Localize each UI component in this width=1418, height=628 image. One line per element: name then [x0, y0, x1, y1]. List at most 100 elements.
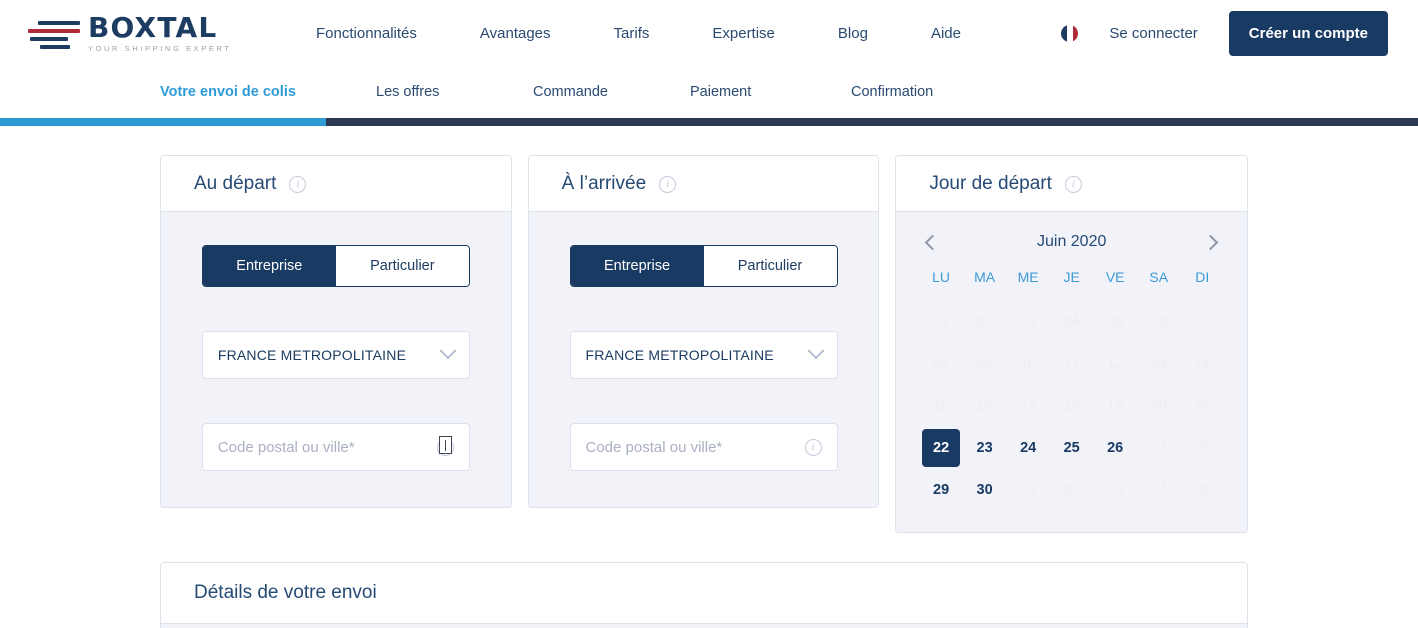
logo-tagline: YOUR SHIPPING EXPERT: [88, 43, 232, 53]
nav-item-expertise[interactable]: Expertise: [712, 17, 775, 50]
chevron-left-icon[interactable]: [925, 234, 941, 250]
calendar-navigation: Juin 2020: [919, 233, 1224, 251]
calendar-weekday-me: ME: [1017, 269, 1039, 285]
boxtal-bars-logo-icon: [28, 16, 80, 50]
calendar-day[interactable]: 30: [966, 471, 1004, 509]
arrival-card-body: Entreprise Particulier FRANCE METROPOLIT…: [528, 212, 879, 507]
calendar-day: 06: [1150, 314, 1167, 330]
info-icon[interactable]: i: [659, 175, 677, 193]
nav-item-fonctionnalites[interactable]: Fonctionnalités: [316, 17, 417, 50]
text-cursor-pointer: [438, 436, 452, 454]
info-icon[interactable]: i: [804, 438, 822, 456]
arrival-toggle-entreprise[interactable]: Entreprise: [570, 246, 704, 286]
departure-card-header: Au départ i: [161, 156, 511, 212]
calendar-day: 03: [1107, 482, 1124, 498]
calendar-weekday-lu: LU: [932, 269, 951, 285]
calendar-day[interactable]: 26: [1096, 429, 1134, 467]
calendar-weekday-di: DI: [1195, 269, 1210, 285]
calendar-day: 04: [1150, 482, 1167, 498]
calendar-day: 13: [1150, 356, 1167, 372]
calendar-day: 01: [1020, 482, 1037, 498]
arrival-country-select[interactable]: FRANCE METROPOLITAINE: [569, 331, 838, 379]
calendar-day: 17: [1020, 398, 1037, 414]
departure-postal-placeholder: Code postal ou ville*: [217, 438, 355, 456]
nav-item-tarifs[interactable]: Tarifs: [614, 17, 650, 50]
calendar-weekday-ma: MA: [974, 269, 996, 285]
arrival-postal-placeholder: Code postal ou ville*: [585, 438, 723, 456]
calendar-day[interactable]: 23: [966, 429, 1004, 467]
departure-customer-type-toggle: Entreprise Particulier: [201, 245, 470, 287]
step-les-offres[interactable]: Les offres: [376, 84, 533, 100]
departure-card-body: Entreprise Particulier FRANCE METROPOLIT…: [161, 212, 511, 507]
calendar-body: Juin 2020 LU MA ME JE VE SA DI 01 02 03 04 05 06 07 08…: [896, 212, 1248, 532]
details-card-header: Détails de votre envoi: [161, 563, 1247, 624]
details-card: Détails de votre envoi: [160, 562, 1248, 628]
arrival-card: À l’arrivée i Entreprise Particulier FRA…: [527, 155, 880, 508]
calendar-day: 07: [1194, 314, 1211, 330]
calendar-weekday-ve: VE: [1105, 269, 1125, 285]
calendar-day: 28: [1194, 440, 1211, 456]
stepper-progress-bar: [0, 118, 1418, 126]
shipment-cards-row: Au départ i Entreprise Particulier FRANC…: [0, 155, 1418, 533]
info-icon[interactable]: i: [1064, 175, 1082, 193]
site-header: BOXTAL YOUR SHIPPING EXPERT Fonctionnali…: [0, 0, 1418, 66]
progress-remaining: [326, 118, 1418, 126]
arrival-toggle-particulier[interactable]: Particulier: [703, 246, 837, 286]
step-votre-envoi-de-colis[interactable]: Votre envoi de colis: [160, 84, 376, 100]
calendar-day: 15: [933, 398, 950, 414]
calendar-weekday-sa: SA: [1149, 269, 1169, 285]
calendar-day[interactable]: 25: [1053, 429, 1091, 467]
arrival-card-title: À l’arrivée: [561, 173, 647, 194]
checkout-stepper: Votre envoi de colis Les offres Commande…: [0, 66, 1418, 126]
arrival-postal-input[interactable]: Code postal ou ville* i: [569, 423, 838, 471]
step-confirmation[interactable]: Confirmation: [851, 84, 933, 100]
departure-toggle-particulier[interactable]: Particulier: [335, 246, 469, 286]
calendar-day[interactable]: 24: [1009, 429, 1047, 467]
logo-wordmark: BOXTAL: [88, 10, 218, 44]
create-account-button[interactable]: Créer un compte: [1228, 10, 1388, 56]
calendar-day: 12: [1107, 356, 1124, 372]
info-icon[interactable]: i: [289, 175, 307, 193]
calendar-grid: LU MA ME JE VE SA DI 01 02 03 04 05 06 07 08 09 10 11 12 13…: [919, 269, 1224, 509]
calendar-day: 11: [1064, 356, 1080, 372]
fr-flag-icon[interactable]: [1061, 24, 1079, 42]
calendar-day: 03: [1020, 314, 1037, 330]
chevron-down-icon[interactable]: [439, 342, 457, 360]
boxtal-logo[interactable]: BOXTAL YOUR SHIPPING EXPERT: [28, 10, 258, 53]
departure-toggle-entreprise[interactable]: Entreprise: [202, 246, 336, 286]
calendar-card-header: Jour de départ i: [896, 156, 1248, 212]
arrival-country-value: FRANCE METROPOLITAINE: [585, 347, 774, 363]
details-section: Détails de votre envoi: [0, 533, 1418, 628]
calendar-day: 14: [1194, 356, 1211, 372]
calendar-day: 19: [1107, 398, 1124, 414]
calendar-day: 16: [976, 398, 993, 414]
calendar-day: 09: [976, 356, 993, 372]
chevron-right-icon[interactable]: [1202, 234, 1219, 250]
step-paiement[interactable]: Paiement: [690, 84, 851, 100]
calendar-card-title: Jour de départ: [929, 173, 1052, 194]
nav-item-avantages[interactable]: Avantages: [480, 17, 551, 50]
calendar-day: 20: [1150, 398, 1167, 414]
calendar-day: 05: [1194, 482, 1211, 498]
calendar-day: 02: [976, 314, 993, 330]
departure-postal-input[interactable]: Code postal ou ville* i: [201, 423, 470, 471]
calendar-day: 18: [1063, 398, 1080, 414]
details-card-title: Détails de votre envoi: [194, 582, 377, 603]
main-navigation: Fonctionnalités Avantages Tarifs Experti…: [316, 17, 961, 50]
calendar-day: 10: [1020, 356, 1037, 372]
chevron-down-icon[interactable]: [807, 342, 824, 360]
step-commande[interactable]: Commande: [533, 84, 690, 100]
arrival-customer-type-toggle: Entreprise Particulier: [569, 245, 838, 287]
details-card-body: [161, 624, 1247, 628]
calendar-day-selected[interactable]: 22: [922, 429, 961, 467]
calendar-day: 08: [933, 356, 950, 372]
signin-link[interactable]: Se connecter: [1109, 25, 1197, 42]
nav-item-aide[interactable]: Aide: [931, 17, 961, 50]
calendar-day: 04: [1063, 314, 1080, 330]
calendar-day: 05: [1107, 314, 1124, 330]
calendar-day: 21: [1194, 398, 1211, 414]
departure-country-select[interactable]: FRANCE METROPOLITAINE: [201, 331, 470, 379]
calendar-day[interactable]: 29: [922, 471, 960, 509]
calendar-day: 02: [1063, 482, 1080, 498]
nav-item-blog[interactable]: Blog: [838, 17, 868, 50]
